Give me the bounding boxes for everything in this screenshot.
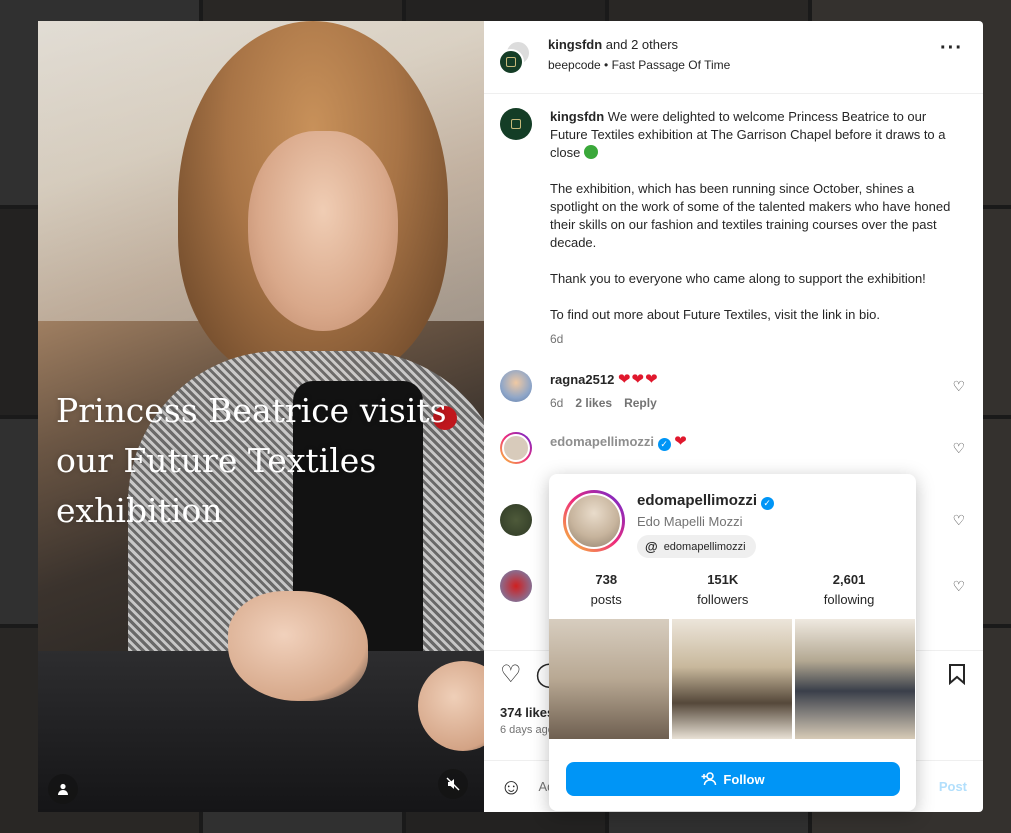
profile-full-name: Edo Mapelli Mozzi <box>637 514 743 529</box>
comment-text: ❤❤❤ <box>617 371 659 388</box>
avatar[interactable] <box>500 432 532 464</box>
video-overlay-title: Princess Beatrice visits our Future Text… <box>56 391 447 530</box>
video-subject-hands <box>228 591 368 701</box>
avatar[interactable] <box>500 108 532 140</box>
coauthors-label[interactable]: and 2 others <box>602 37 678 52</box>
comment-likes[interactable]: 2 likes <box>575 396 612 410</box>
caption-text-1: We were delighted to welcome Princess Be… <box>550 109 946 160</box>
crest-logo-icon <box>506 57 516 67</box>
avatar <box>498 49 524 75</box>
caption-timestamp[interactable]: 6d <box>550 330 951 348</box>
stat-label: posts <box>590 592 622 607</box>
follow-button[interactable]: Follow <box>566 762 900 796</box>
verified-badge-icon: ✓ <box>760 497 774 510</box>
avatar[interactable] <box>500 370 532 402</box>
add-user-icon <box>701 772 717 786</box>
stat-number: 738 <box>595 572 618 587</box>
follow-label: Follow <box>723 771 765 787</box>
stat-number: 2,601 <box>832 572 866 587</box>
profile-stats: 738 posts 151K followers 2,601 following <box>549 572 916 607</box>
comment-item: edomapellimozzi ✓ ❤ ♡ <box>500 432 967 464</box>
mute-icon <box>446 777 460 791</box>
avatar[interactable] <box>500 570 532 602</box>
comment-username[interactable]: ragna2512 <box>550 372 614 387</box>
heart-icon[interactable]: ♡ <box>952 578 965 595</box>
mute-button[interactable] <box>438 769 468 799</box>
coauthor-avatars[interactable] <box>498 41 532 77</box>
stat-posts[interactable]: 738 posts <box>591 572 622 607</box>
profile-photo-thumbnail[interactable] <box>672 619 792 739</box>
audio-separator: • <box>600 58 612 72</box>
reply-button[interactable]: Reply <box>624 396 657 410</box>
threads-link[interactable]: @ edomapellimozzi <box>637 535 756 558</box>
avatar[interactable] <box>563 490 625 552</box>
bookmark-icon[interactable] <box>947 663 967 691</box>
threads-handle: edomapellimozzi <box>663 540 746 553</box>
post-header: kingsfdn and 2 others beepcode • Fast Pa… <box>484 21 983 94</box>
comment-text: ❤ <box>674 433 688 450</box>
profile-photo-thumbnail[interactable] <box>549 619 669 739</box>
audio-artist[interactable]: beepcode <box>548 58 601 72</box>
caption-text-2: The exhibition, which has been running s… <box>550 181 951 250</box>
avatar[interactable] <box>500 504 532 536</box>
more-options-icon: ··· <box>940 37 963 59</box>
stat-following[interactable]: 2,601 following <box>824 572 875 607</box>
user-tag-icon <box>58 783 68 795</box>
crest-logo-icon <box>511 119 521 129</box>
profile-photo-grid <box>549 619 916 739</box>
tagged-users-button[interactable] <box>48 774 78 804</box>
emoji-icon[interactable]: ☺ <box>500 774 522 800</box>
caption-username[interactable]: kingsfdn <box>550 109 604 124</box>
comment-username[interactable]: edomapellimozzi <box>550 434 654 449</box>
comment-item: ragna2512 ❤❤❤ 6d 2 likes Reply ♡ <box>500 370 967 410</box>
stat-label: following <box>823 592 875 607</box>
heart-icon[interactable]: ♡ <box>952 512 965 529</box>
heart-icon[interactable]: ♡ <box>500 661 522 689</box>
post-video[interactable]: Princess Beatrice visits our Future Text… <box>38 21 484 812</box>
profile-hover-card: edomapellimozzi ✓ Edo Mapelli Mozzi @ ed… <box>549 474 916 811</box>
green-emoji-icon <box>583 145 598 159</box>
post-author-username[interactable]: kingsfdn <box>548 37 602 52</box>
threads-icon: @ <box>645 539 658 554</box>
heart-icon[interactable]: ♡ <box>952 440 965 457</box>
heart-icon[interactable]: ♡ <box>952 378 965 395</box>
stat-label: followers <box>697 592 749 607</box>
caption-text-4: To find out more about Future Textiles, … <box>550 307 880 322</box>
stat-followers[interactable]: 151K followers <box>697 572 748 607</box>
post-caption: kingsfdn We were delighted to welcome Pr… <box>500 108 967 348</box>
comment-timestamp[interactable]: 6d <box>550 396 563 410</box>
video-subject-face <box>248 131 398 331</box>
post-comment-button[interactable]: Post <box>939 779 967 794</box>
more-options-button[interactable]: ··· <box>940 38 963 58</box>
profile-username[interactable]: edomapellimozzi <box>637 492 757 509</box>
audio-title[interactable]: Fast Passage Of Time <box>612 58 731 72</box>
verified-badge-icon: ✓ <box>657 438 671 451</box>
stat-number: 151K <box>707 572 739 587</box>
profile-photo-thumbnail[interactable] <box>795 619 915 739</box>
caption-text-3: Thank you to everyone who came along to … <box>550 271 926 286</box>
